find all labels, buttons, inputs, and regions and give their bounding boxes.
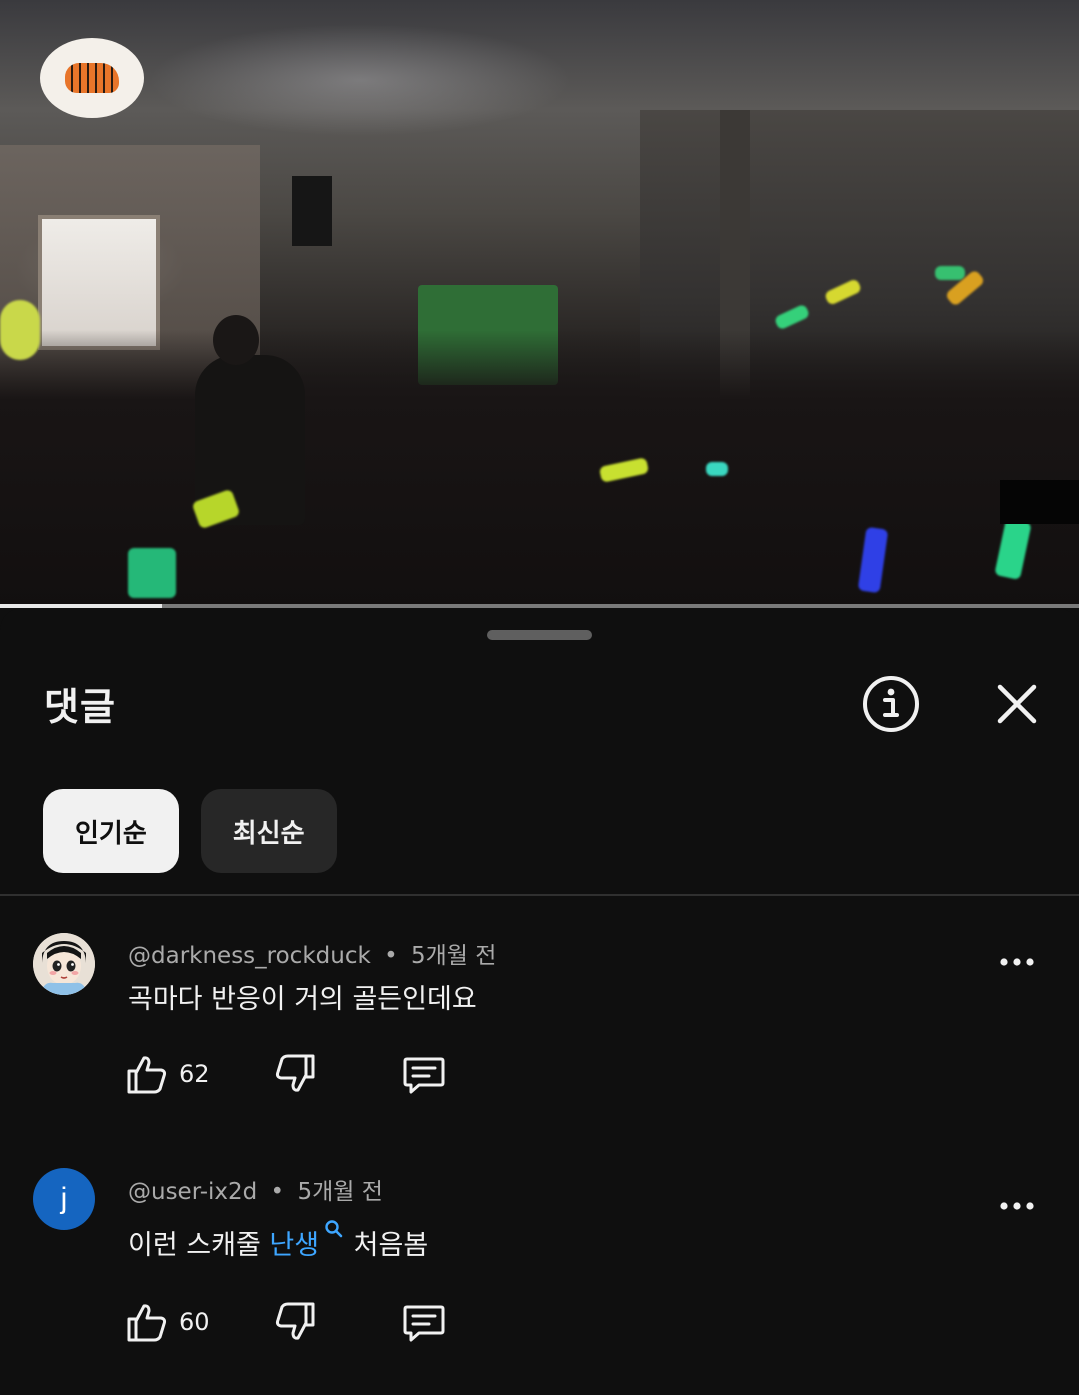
- more-icon: [1000, 1202, 1034, 1210]
- sheet-title: 댓글: [44, 685, 116, 729]
- comment-time: 5개월 전: [297, 1179, 383, 1205]
- reply-icon: [403, 1305, 445, 1342]
- avatar-letter: j: [60, 1182, 68, 1215]
- reply-button[interactable]: [401, 1049, 447, 1099]
- comments-sheet: 댓글 인기순 최신순 @darkness_rockduck • 5개월 전 곡마…: [0, 608, 1079, 1395]
- dislike-button[interactable]: [273, 1049, 317, 1099]
- comment-time: 5개월 전: [411, 943, 497, 969]
- comment-text-part: 이런 스캐줄: [128, 1230, 270, 1261]
- video-player[interactable]: [0, 0, 1079, 608]
- drag-handle[interactable]: [487, 630, 592, 640]
- like-count: 62: [179, 1060, 210, 1088]
- search-link[interactable]: 난생: [269, 1220, 345, 1261]
- lightstick: [128, 548, 176, 598]
- more-options-button[interactable]: [990, 1186, 1044, 1226]
- comment-author[interactable]: @darkness_rockduck: [128, 943, 371, 969]
- channel-logo: [40, 38, 144, 118]
- cartoon-girl-avatar: [33, 933, 95, 995]
- reply-icon: [403, 1057, 445, 1094]
- thumbs-down-icon: [275, 1054, 315, 1092]
- sort-chips: 인기순 최신순: [43, 789, 337, 873]
- video-scene-speaker: [292, 176, 332, 246]
- comment-text: 이런 스캐줄 난생 처음봄: [128, 1218, 428, 1262]
- search-link-text: 난생: [269, 1230, 320, 1261]
- sort-chip-popular[interactable]: 인기순: [43, 789, 179, 873]
- comment-text-part: 처음봄: [345, 1230, 429, 1261]
- comment-meta: @user-ix2d • 5개월 전: [128, 1172, 383, 1206]
- avatar[interactable]: j: [33, 1168, 95, 1230]
- thumbs-up-icon: [127, 1304, 167, 1342]
- dislike-button[interactable]: [273, 1297, 317, 1347]
- thumbs-up-icon: [127, 1056, 167, 1094]
- meta-separator: •: [384, 943, 398, 969]
- divider: [0, 894, 1079, 896]
- sort-chip-newest[interactable]: 최신순: [200, 789, 337, 873]
- info-icon: [863, 676, 919, 732]
- close-button[interactable]: [987, 674, 1047, 734]
- close-icon: [997, 684, 1037, 724]
- more-icon: [1000, 958, 1034, 966]
- comment-text: 곡마다 반응이 거의 골든인데요: [128, 977, 477, 1016]
- comment-meta: @darkness_rockduck • 5개월 전: [128, 936, 496, 970]
- like-count: 60: [179, 1308, 210, 1336]
- thumbs-down-icon: [275, 1302, 315, 1340]
- more-options-button[interactable]: [990, 942, 1044, 982]
- info-button[interactable]: [861, 674, 921, 734]
- like-button[interactable]: 62: [125, 1049, 210, 1099]
- video-scene-shadow: [1000, 480, 1079, 524]
- tiger-icon: [65, 63, 119, 93]
- meta-separator: •: [270, 1179, 285, 1205]
- reply-button[interactable]: [401, 1297, 447, 1347]
- avatar[interactable]: [33, 933, 95, 995]
- like-button[interactable]: 60: [125, 1297, 210, 1347]
- lightstick: [935, 266, 965, 280]
- video-scene-performer-head: [213, 315, 259, 365]
- comment-author[interactable]: @user-ix2d: [128, 1179, 257, 1205]
- lightstick: [706, 462, 728, 476]
- comment-text-part: 곡마다 반응이 거의 골든인데요: [128, 984, 477, 1015]
- lightstick: [0, 300, 40, 360]
- search-icon: [325, 1220, 343, 1238]
